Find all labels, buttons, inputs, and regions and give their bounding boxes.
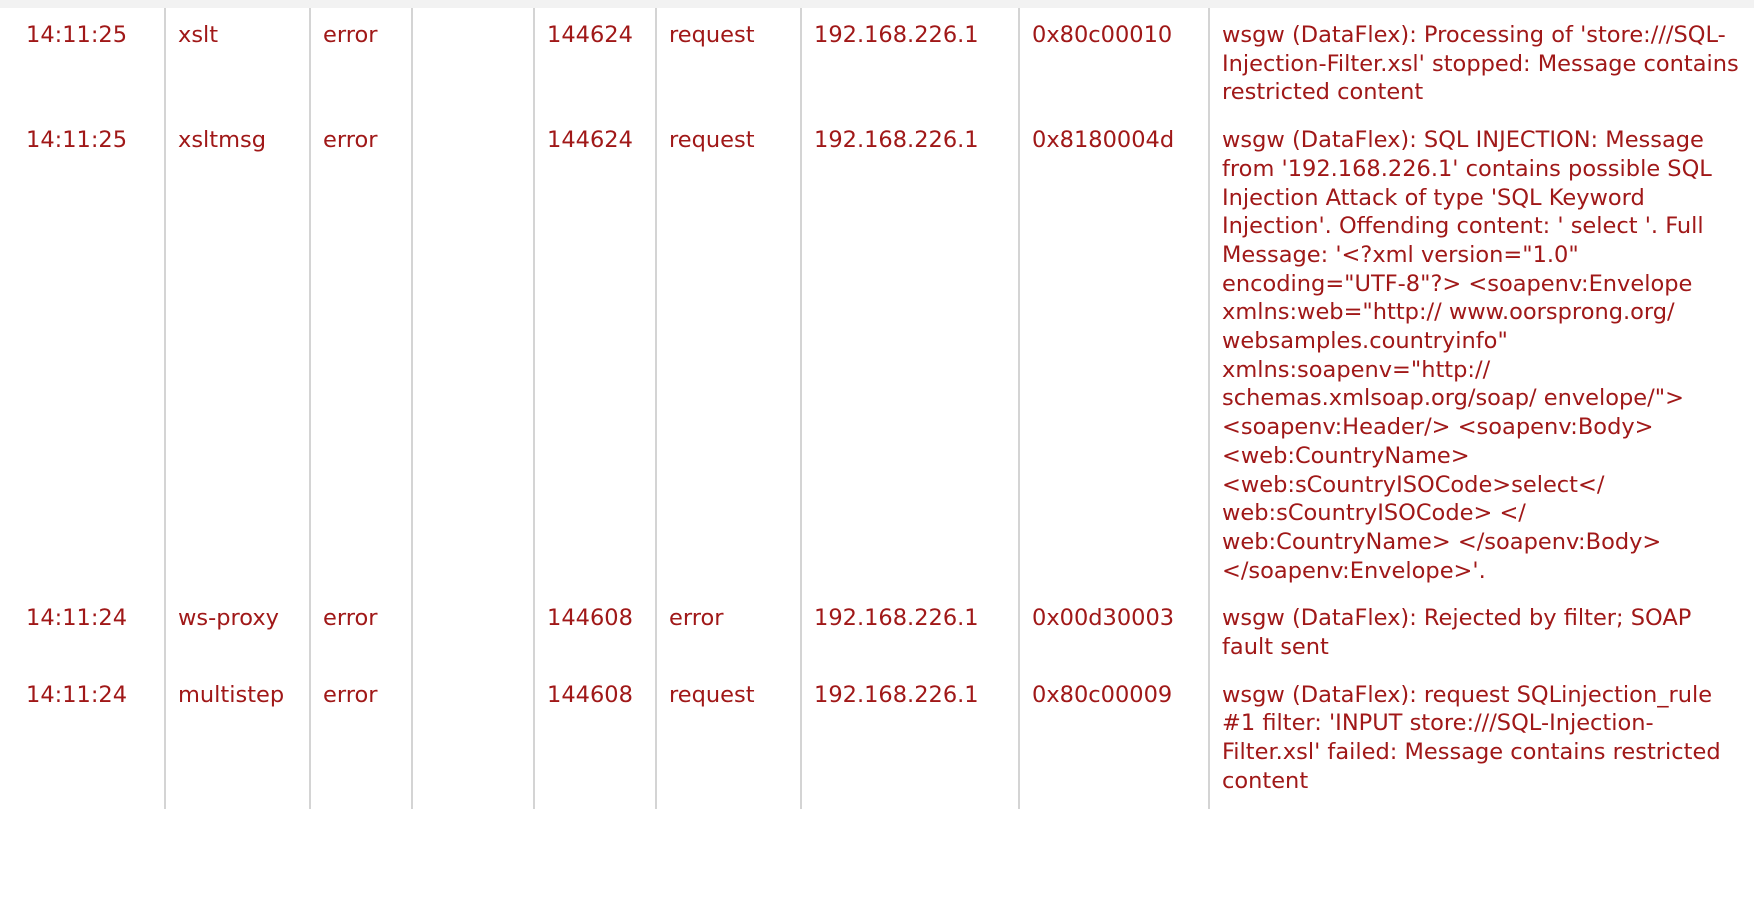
log-client-ip: 192.168.226.1 xyxy=(800,667,1019,809)
log-transaction-id: 144608 xyxy=(533,591,656,668)
log-transaction-id: 144624 xyxy=(533,8,656,114)
log-client-ip: 192.168.226.1 xyxy=(800,113,1019,592)
log-client-ip: 192.168.226.1 xyxy=(800,8,1019,114)
log-category: xsltmsg xyxy=(164,113,310,592)
log-level: error xyxy=(309,113,412,592)
log-message-id: 0x8180004d xyxy=(1018,113,1209,592)
log-level: error xyxy=(309,667,412,809)
log-message-id: 0x80c00010 xyxy=(1018,8,1209,114)
log-direction: request xyxy=(655,113,801,592)
log-message: wsgw (DataFlex): Rejected by filter; SOA… xyxy=(1208,591,1754,668)
log-domain xyxy=(411,8,534,114)
log-message: wsgw (DataFlex): request SQLinjection_ru… xyxy=(1208,667,1754,809)
log-category: ws-proxy xyxy=(164,591,310,668)
log-row: 14:11:25 xslt error 144624 request 192.1… xyxy=(0,8,1754,114)
log-message-id: 0x00d30003 xyxy=(1018,591,1209,668)
log-direction: request xyxy=(655,8,801,114)
log-direction: error xyxy=(655,591,801,668)
log-time: 14:11:25 xyxy=(26,127,128,154)
log-transaction-id: 144624 xyxy=(533,113,656,592)
log-transaction-id: 144608 xyxy=(533,667,656,809)
log-time: 14:11:24 xyxy=(26,681,128,708)
log-message-id: 0x80c00009 xyxy=(1018,667,1209,809)
log-message: wsgw (DataFlex): Processing of 'store://… xyxy=(1208,8,1754,114)
log-client-ip: 192.168.226.1 xyxy=(800,591,1019,668)
log-level: error xyxy=(309,8,412,114)
system-log-table: 14:11:25 xslt error 144624 request 192.1… xyxy=(0,8,1754,809)
top-strip xyxy=(0,0,1754,8)
log-row: 14:11:25 xsltmsg error 144624 request 19… xyxy=(0,113,1754,592)
log-row: 14:11:24 multistep error 144608 request … xyxy=(0,667,1754,809)
log-row: 14:11:24 ws-proxy error 144608 error 192… xyxy=(0,591,1754,668)
log-domain xyxy=(411,667,534,809)
log-domain xyxy=(411,113,534,592)
log-message: wsgw (DataFlex): SQL INJECTION: Message … xyxy=(1208,113,1754,592)
log-category: xslt xyxy=(164,8,310,114)
log-category: multistep xyxy=(164,667,310,809)
log-level: error xyxy=(309,591,412,668)
log-time: 14:11:24 xyxy=(26,605,128,632)
log-domain xyxy=(411,591,534,668)
log-direction: request xyxy=(655,667,801,809)
log-time: 14:11:25 xyxy=(26,22,128,48)
